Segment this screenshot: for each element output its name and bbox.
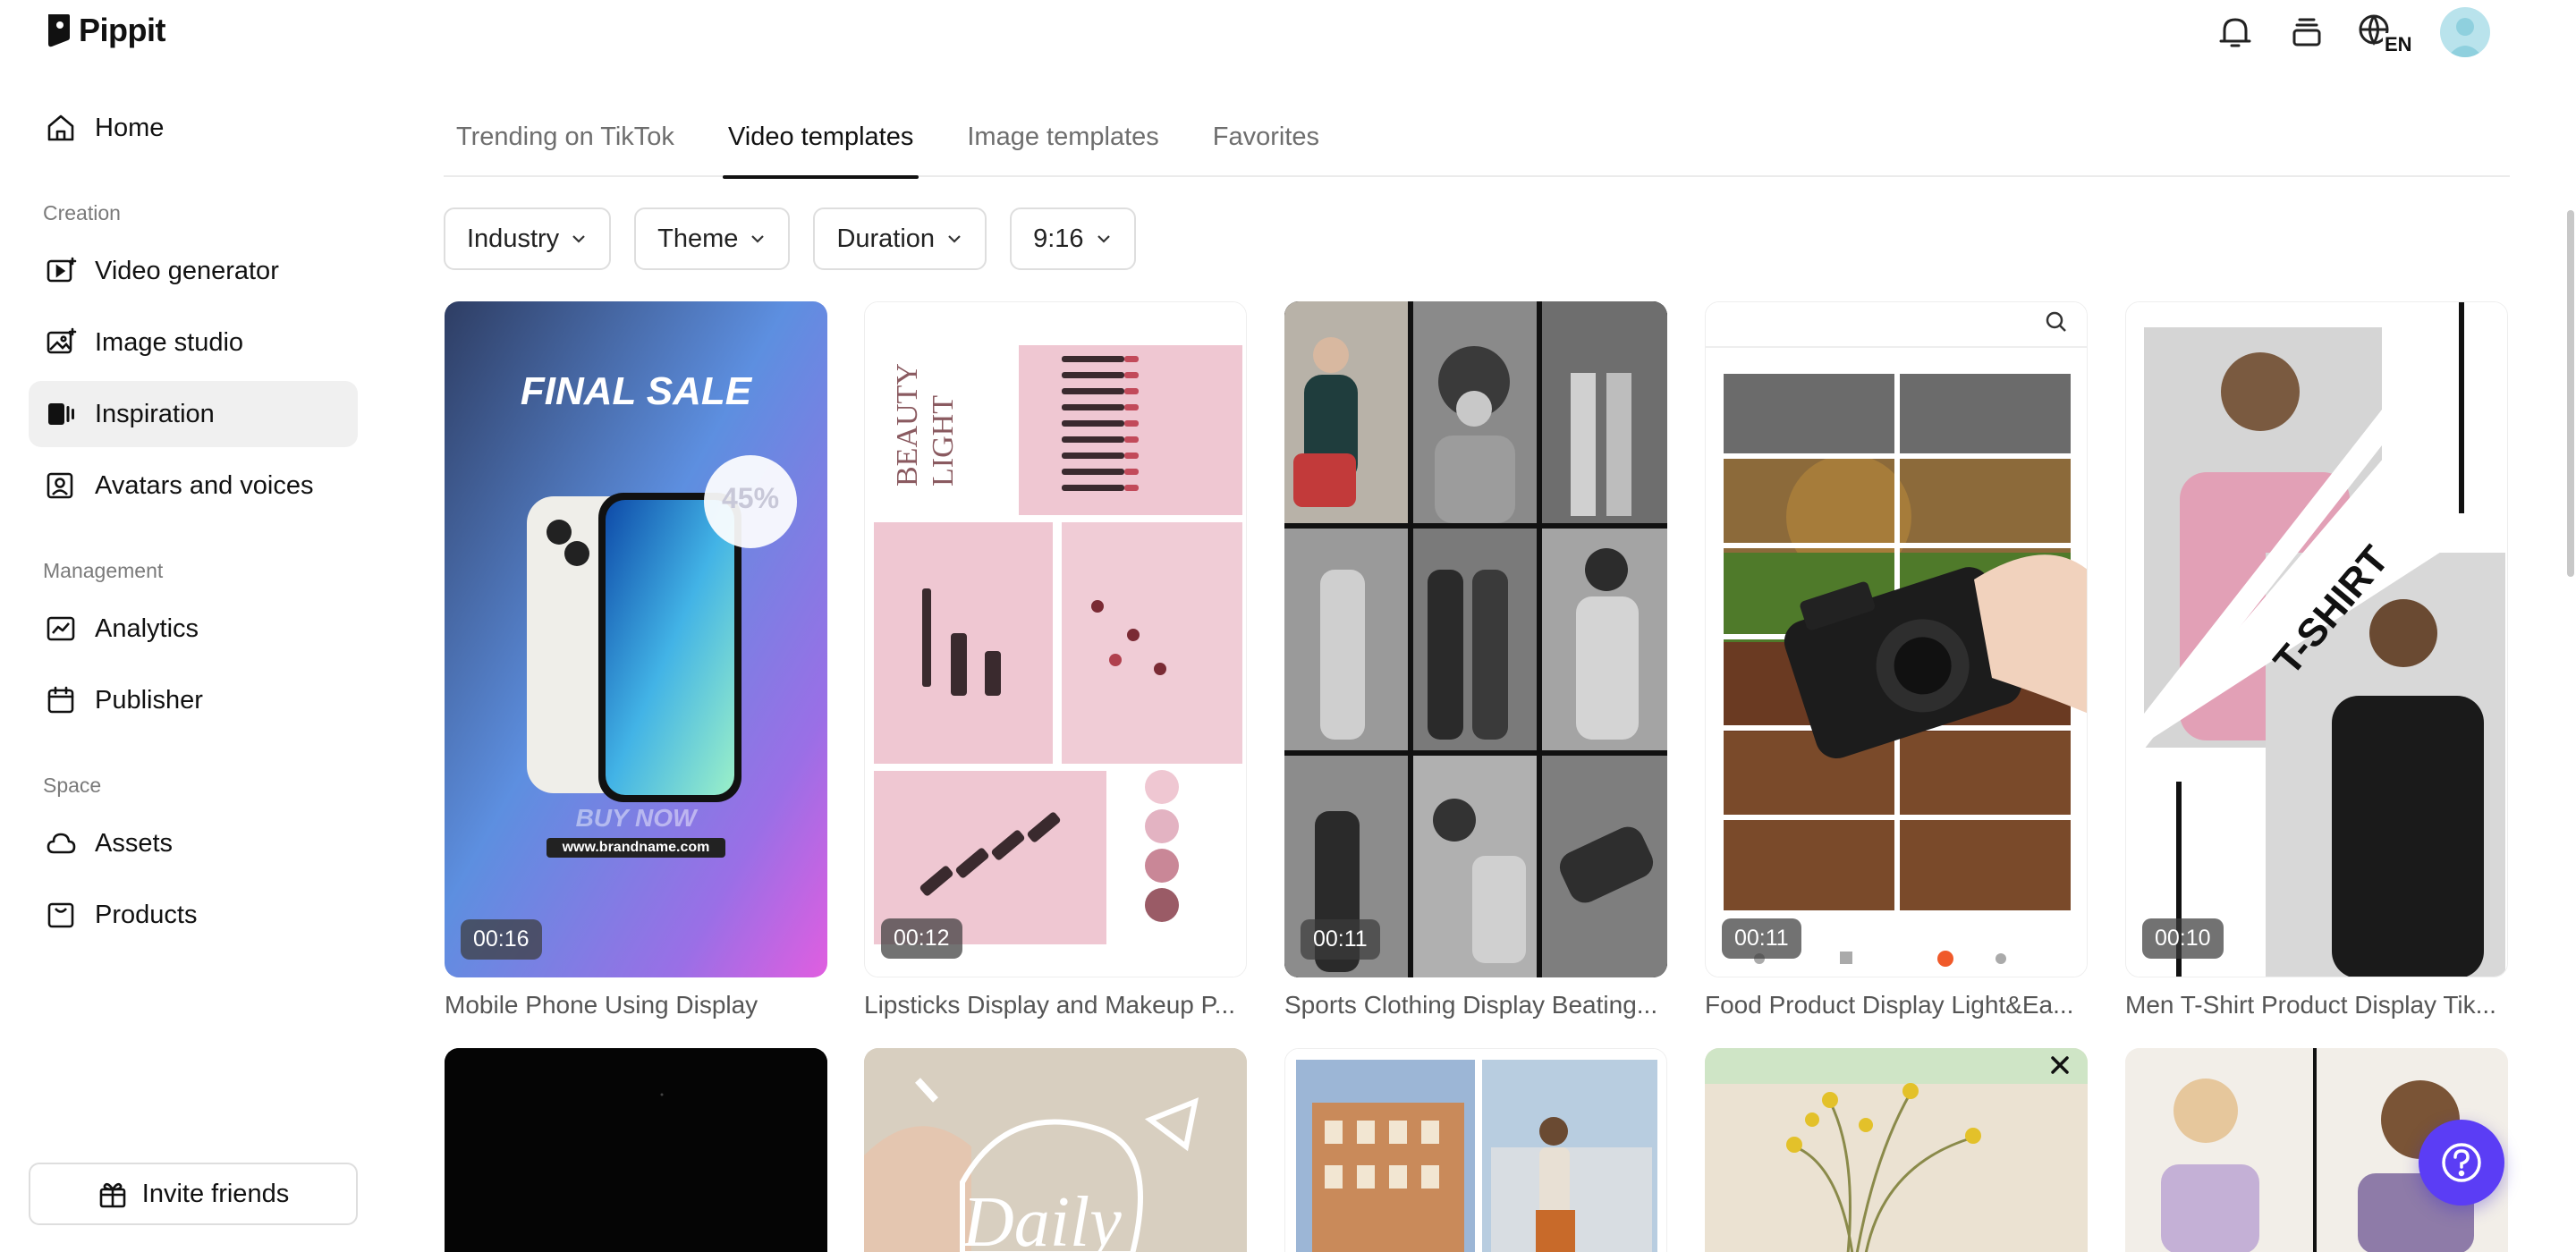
filter-aspect-ratio-label: 9:16	[1033, 224, 1084, 253]
template-thumbnail	[1705, 1048, 2088, 1252]
image-studio-icon	[47, 327, 77, 354]
bell-icon	[2219, 18, 2251, 47]
template-title[interactable]: Mobile Phone Using Display	[445, 991, 827, 1019]
language-code: EN	[2383, 33, 2414, 56]
user-avatar-icon	[2447, 18, 2483, 57]
brand-url: www.brandname.com	[547, 838, 725, 858]
filter-theme[interactable]: Theme	[634, 207, 791, 270]
chevron-down-icon	[572, 235, 585, 243]
nav-video-generator-label: Video generator	[95, 256, 279, 285]
duration-badge: 00:10	[2142, 918, 2224, 959]
template-thumbnail	[1284, 301, 1667, 977]
nav-image-studio[interactable]: Image studio	[29, 309, 358, 376]
template-thumbnail	[445, 1048, 827, 1252]
tab-image-templates[interactable]: Image templates	[962, 97, 1164, 177]
template-card-row2-4[interactable]	[1705, 1048, 2088, 1252]
tab-video-templates[interactable]: Video templates	[722, 97, 919, 179]
analytics-icon	[47, 616, 75, 641]
product-box-icon	[47, 902, 74, 928]
app-name: Pippit	[79, 12, 165, 48]
nav-publisher[interactable]: Publisher	[29, 667, 358, 733]
template-card-lipsticks[interactable]: BEAUTY LIGHT 00:12	[864, 301, 1247, 977]
template-card-men-tshirt[interactable]: T-SHIRT 00:10	[2125, 301, 2508, 977]
chevron-down-icon	[948, 235, 961, 243]
header-actions: EN	[2213, 7, 2490, 57]
template-title[interactable]: Men T-Shirt Product Display Tik...	[2125, 991, 2508, 1019]
section-creation: Creation	[43, 201, 121, 224]
section-management: Management	[43, 559, 164, 582]
help-button[interactable]	[2419, 1120, 2504, 1205]
template-thumbnail	[1706, 302, 2087, 977]
sidebar: Pippit Home Creation Video generator Ima…	[0, 0, 394, 1252]
template-card-row2-2[interactable]: Daily	[864, 1048, 1247, 1252]
nav-image-studio-label: Image studio	[95, 327, 244, 357]
template-card-row2-3[interactable]	[1284, 1048, 1667, 1252]
filter-industry[interactable]: Industry	[444, 207, 612, 270]
filter-bar: Industry Theme Duration 9:16	[444, 207, 1136, 270]
page-scrollbar[interactable]	[2563, 210, 2576, 577]
template-title[interactable]: Food Product Display Light&Ea...	[1705, 991, 2088, 1019]
layers-button[interactable]	[2284, 10, 2329, 55]
home-icon	[47, 114, 74, 141]
section-space: Space	[43, 774, 102, 797]
gift-icon	[99, 1182, 126, 1208]
nav-products-label: Products	[95, 900, 198, 929]
inspiration-icon	[48, 403, 74, 425]
cta-text: BUY NOW	[575, 804, 697, 832]
nav-assets[interactable]: Assets	[29, 810, 358, 876]
nav-avatars-voices-label: Avatars and voices	[95, 470, 314, 500]
template-title[interactable]: Sports Clothing Display Beating...	[1284, 991, 1667, 1019]
user-avatar[interactable]	[2440, 7, 2490, 57]
layers-icon	[2292, 18, 2321, 47]
close-icon[interactable]	[2046, 1052, 2073, 1079]
tab-trending-tiktok[interactable]: Trending on TikTok	[451, 97, 680, 177]
template-card-sports-clothing[interactable]: 00:11	[1284, 301, 1667, 977]
chevron-down-icon	[1097, 235, 1110, 243]
nav-products[interactable]: Products	[29, 882, 358, 948]
scrollbar-thumb[interactable]	[2567, 210, 2574, 577]
nav-avatars-voices[interactable]: Avatars and voices	[29, 453, 358, 519]
duration-badge: 00:11	[1722, 918, 1801, 959]
nav-publisher-label: Publisher	[95, 685, 203, 715]
pippit-logo-icon	[48, 14, 70, 47]
filter-aspect-ratio[interactable]: 9:16	[1010, 207, 1136, 270]
duration-badge: 00:11	[1301, 919, 1380, 960]
notifications-button[interactable]	[2213, 10, 2258, 55]
nav-home[interactable]: Home	[29, 95, 358, 161]
template-title[interactable]: Lipsticks Display and Makeup P...	[864, 991, 1247, 1019]
daily-text: Daily	[962, 1183, 1122, 1252]
nav-assets-label: Assets	[95, 828, 174, 858]
nav-inspiration-label: Inspiration	[95, 399, 215, 428]
filter-theme-label: Theme	[657, 224, 739, 253]
invite-friends-button[interactable]: Invite friends	[29, 1163, 358, 1225]
template-card-mobile-phone[interactable]: FINAL SALE 45% BUY NOW www.brandname.com…	[445, 301, 827, 977]
help-question-icon	[2442, 1143, 2481, 1182]
filter-duration-label: Duration	[836, 224, 936, 253]
tab-favorites[interactable]: Favorites	[1208, 97, 1325, 177]
video-generator-icon	[47, 257, 77, 283]
filter-industry-label: Industry	[467, 224, 560, 253]
template-card-row2-1[interactable]	[445, 1048, 827, 1252]
nav-analytics-label: Analytics	[95, 613, 199, 643]
filter-duration[interactable]: Duration	[813, 207, 987, 270]
template-card-food-product[interactable]: 00:11	[1705, 301, 2088, 977]
app-logo[interactable]: Pippit	[45, 11, 165, 50]
cloud-icon	[47, 833, 76, 854]
nav-home-label: Home	[95, 113, 165, 142]
nav-video-generator[interactable]: Video generator	[29, 238, 358, 304]
duration-badge: 00:12	[881, 918, 962, 959]
duration-badge: 00:16	[461, 919, 542, 960]
template-thumbnail	[1285, 1049, 1666, 1252]
nav-analytics[interactable]: Analytics	[29, 596, 358, 662]
invite-friends-label: Invite friends	[141, 1179, 290, 1208]
nav-inspiration[interactable]: Inspiration	[29, 381, 358, 447]
template-tabs: Trending on TikTok Video templates Image…	[444, 97, 2510, 179]
promo-headline: FINAL SALE	[520, 369, 752, 413]
calendar-icon	[47, 686, 74, 714]
avatar-voice-icon	[47, 472, 73, 499]
beauty-headline: BEAUTY LIGHT	[891, 364, 960, 486]
language-button[interactable]: EN	[2356, 10, 2414, 56]
chevron-down-icon	[751, 235, 765, 243]
discount-badge: 45%	[721, 482, 780, 514]
